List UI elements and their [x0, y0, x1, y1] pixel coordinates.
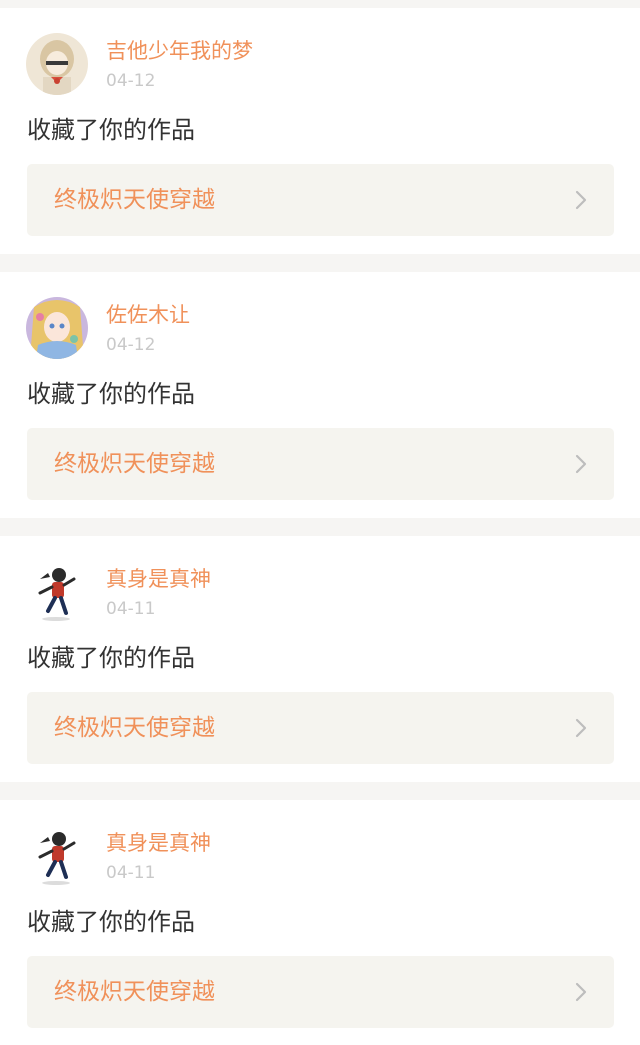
work-link-button[interactable]: 终极炽天使穿越: [27, 428, 614, 500]
chevron-right-icon: [575, 454, 587, 474]
username[interactable]: 真身是真神: [106, 830, 211, 856]
chevron-right-icon: [575, 718, 587, 738]
action-text: 收藏了你的作品: [27, 908, 195, 936]
username[interactable]: 佐佐木让: [106, 302, 190, 328]
chevron-right-icon: [575, 190, 587, 210]
work-link-button[interactable]: 终极炽天使穿越: [27, 164, 614, 236]
running-figure-avatar-icon[interactable]: [26, 825, 88, 887]
notification-card: 佐佐木让 04-12 收藏了你的作品 终极炽天使穿越: [0, 272, 640, 518]
chevron-right-icon: [575, 982, 587, 1002]
timestamp: 04-11: [106, 863, 156, 883]
username[interactable]: 吉他少年我的梦: [106, 38, 253, 64]
timestamp: 04-12: [106, 335, 156, 355]
work-title: 终极炽天使穿越: [54, 715, 215, 741]
work-link-button[interactable]: 终极炽天使穿越: [27, 956, 614, 1028]
anime-girl-avatar-icon[interactable]: [26, 297, 88, 359]
notification-card: 吉他少年我的梦 04-12 收藏了你的作品 终极炽天使穿越: [0, 8, 640, 254]
action-text: 收藏了你的作品: [27, 644, 195, 672]
running-figure-avatar-icon[interactable]: [26, 561, 88, 623]
work-title: 终极炽天使穿越: [54, 979, 215, 1005]
girl-avatar-icon[interactable]: [26, 33, 88, 95]
timestamp: 04-12: [106, 71, 156, 91]
username[interactable]: 真身是真神: [106, 566, 211, 592]
notification-card: 真身是真神 04-11 收藏了你的作品 终极炽天使穿越: [0, 800, 640, 1045]
action-text: 收藏了你的作品: [27, 116, 195, 144]
work-link-button[interactable]: 终极炽天使穿越: [27, 692, 614, 764]
work-title: 终极炽天使穿越: [54, 187, 215, 213]
timestamp: 04-11: [106, 599, 156, 619]
work-title: 终极炽天使穿越: [54, 451, 215, 477]
action-text: 收藏了你的作品: [27, 380, 195, 408]
notification-card: 真身是真神 04-11 收藏了你的作品 终极炽天使穿越: [0, 536, 640, 782]
